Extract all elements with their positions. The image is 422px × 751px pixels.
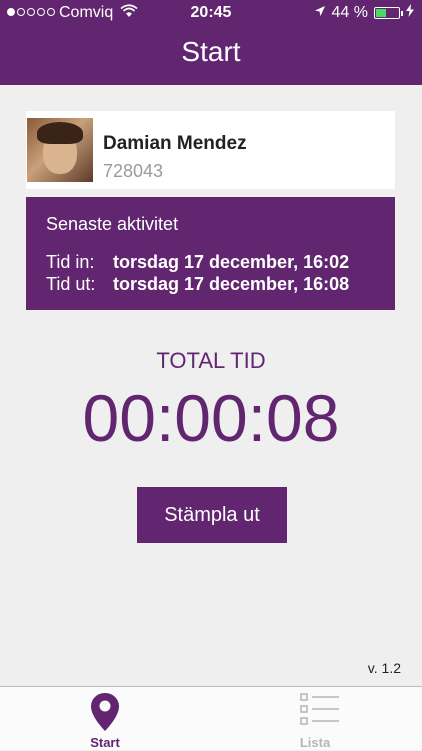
activity-title: Senaste aktivitet bbox=[46, 214, 179, 234]
stamp-out-button[interactable]: Stämpla ut bbox=[137, 487, 287, 543]
tab-start[interactable]: Start bbox=[45, 687, 165, 751]
version-label: v. 1.2 bbox=[367, 660, 401, 676]
total-time-value: 00:00:08 bbox=[82, 381, 340, 455]
latest-activity-card: Senaste aktivitet Tid in: torsdag 17 dec… bbox=[26, 197, 395, 310]
time-in-value: torsdag 17 december, 16:02 bbox=[113, 252, 350, 272]
time-out-row: Tid ut: torsdag 17 december, 16:08 bbox=[46, 274, 349, 295]
map-pin-icon bbox=[91, 693, 119, 731]
employee-id: 728043 bbox=[103, 161, 164, 181]
list-icon bbox=[300, 693, 339, 725]
total-time-label: TOTAL TID bbox=[156, 348, 266, 373]
location-arrow-icon bbox=[314, 4, 326, 22]
time-in-row: Tid in: torsdag 17 december, 16:02 bbox=[46, 252, 349, 273]
time-in-label: Tid in: bbox=[46, 252, 95, 272]
page-title: Start bbox=[181, 36, 241, 67]
tab-bar: Start Lista bbox=[0, 686, 422, 750]
battery-icon bbox=[374, 7, 403, 19]
tab-lista-label: Lista bbox=[299, 735, 331, 750]
time-out-value: torsdag 17 december, 16:08 bbox=[113, 274, 350, 294]
time-out-label: Tid ut: bbox=[46, 274, 96, 294]
tab-lista[interactable]: Lista bbox=[255, 687, 375, 751]
battery-percent: 44 % bbox=[331, 4, 368, 21]
status-bar: Comviq 20:45 44 % bbox=[0, 0, 422, 28]
avatar bbox=[27, 118, 93, 182]
charging-icon bbox=[406, 4, 414, 22]
tab-start-label: Start bbox=[90, 735, 120, 750]
user-name: Damian Mendez bbox=[103, 133, 247, 154]
profile-card: Damian Mendez 728043 bbox=[26, 111, 395, 189]
header: Comviq 20:45 44 % Start bbox=[0, 0, 422, 85]
